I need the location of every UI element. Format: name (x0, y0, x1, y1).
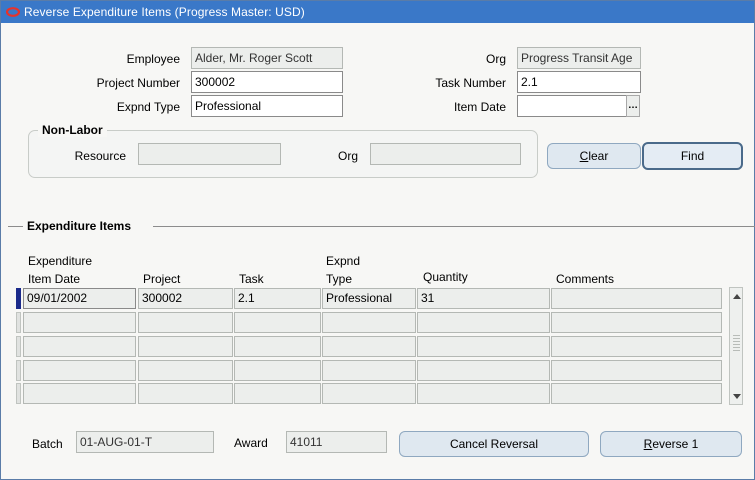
task-number-field[interactable]: 2.1 (517, 71, 641, 93)
title-bar[interactable]: Reverse Expenditure Items (Progress Mast… (1, 1, 754, 23)
col-header-project: Project (143, 272, 181, 286)
section-divider-right (153, 226, 755, 227)
arrow-up-icon[interactable] (731, 289, 742, 303)
col-header-quantity: Quantity (423, 270, 468, 284)
cell-expnd-type[interactable] (322, 360, 416, 381)
arrow-down-icon[interactable] (731, 389, 742, 403)
cell-item-date[interactable] (23, 360, 136, 381)
non-labor-org-field[interactable] (370, 143, 521, 165)
batch-field[interactable]: 01-AUG-01-T (76, 431, 214, 453)
find-button[interactable]: Find (642, 142, 743, 170)
reverse-button[interactable]: Reverse 1 (600, 431, 742, 457)
batch-label: Batch (32, 437, 63, 451)
project-number-field[interactable]: 300002 (191, 71, 343, 93)
cell-expnd-type[interactable] (322, 312, 416, 333)
award-field[interactable]: 41011 (286, 431, 387, 453)
org-field[interactable]: Progress Transit Age (517, 47, 641, 69)
cell-project[interactable]: 300002 (138, 288, 233, 309)
cancel-reversal-button[interactable]: Cancel Reversal (399, 431, 589, 457)
cell-project[interactable] (138, 383, 233, 404)
org-label: Org (485, 52, 506, 66)
non-labor-title: Non-Labor (38, 123, 107, 137)
employee-label: Employee (126, 52, 180, 66)
resource-label: Resource (74, 149, 126, 163)
reverse-expenditure-items-window: Reverse Expenditure Items (Progress Mast… (0, 0, 755, 480)
cell-task[interactable] (234, 383, 321, 404)
expnd-type-field[interactable]: Professional (191, 95, 343, 117)
item-date-lov-button[interactable]: … (626, 95, 640, 117)
cell-comments[interactable] (551, 383, 722, 404)
cell-item-date[interactable] (23, 312, 136, 333)
cell-quantity[interactable] (417, 336, 550, 357)
cell-quantity[interactable]: 31 (417, 288, 550, 309)
cell-expnd-type[interactable]: Professional (322, 288, 416, 309)
clear-button[interactable]: Clear (547, 143, 641, 169)
cell-quantity[interactable] (417, 312, 550, 333)
cell-comments[interactable] (551, 360, 722, 381)
project-number-label: Project Number (96, 76, 180, 90)
resource-field[interactable] (138, 143, 281, 165)
cell-comments[interactable] (551, 336, 722, 357)
cell-task[interactable] (234, 336, 321, 357)
cell-quantity[interactable] (417, 360, 550, 381)
window-title: Reverse Expenditure Items (Progress Mast… (24, 5, 305, 19)
record-indicator[interactable] (16, 312, 21, 333)
expnd-type-label: Expnd Type (116, 100, 180, 114)
record-indicator[interactable] (16, 336, 21, 357)
section-divider-left (8, 226, 24, 227)
oracle-logo-icon (6, 6, 20, 18)
cell-task[interactable] (234, 312, 321, 333)
col-header-item-date: Expenditure Item Date (28, 254, 93, 286)
cell-item-date[interactable] (23, 336, 136, 357)
expenditure-items-title: Expenditure Items (23, 219, 136, 233)
cell-comments[interactable] (551, 312, 722, 333)
cell-project[interactable] (138, 360, 233, 381)
cell-expnd-type[interactable] (322, 336, 416, 357)
item-date-label: Item Date (453, 100, 506, 114)
record-indicator[interactable] (16, 360, 21, 381)
cell-item-date[interactable] (23, 383, 136, 404)
item-date-field[interactable] (517, 95, 627, 117)
col-header-expnd-type: Expnd Type (326, 254, 361, 286)
award-label: Award (234, 436, 268, 450)
employee-field[interactable]: Alder, Mr. Roger Scott (191, 47, 343, 69)
scrollbar-thumb[interactable] (733, 333, 740, 351)
cell-quantity[interactable] (417, 383, 550, 404)
cell-task[interactable]: 2.1 (234, 288, 321, 309)
current-record-indicator[interactable] (16, 288, 21, 309)
col-header-task: Task (239, 272, 264, 286)
col-header-comments: Comments (556, 272, 615, 286)
cell-task[interactable] (234, 360, 321, 381)
ellipsis-icon: … (628, 100, 638, 111)
cell-project[interactable] (138, 312, 233, 333)
vertical-scrollbar[interactable] (729, 287, 743, 405)
cell-expnd-type[interactable] (322, 383, 416, 404)
cell-project[interactable] (138, 336, 233, 357)
cell-item-date[interactable]: 09/01/2002 (23, 288, 136, 309)
cell-comments[interactable] (551, 288, 722, 309)
record-indicator[interactable] (16, 383, 21, 404)
task-number-label: Task Number (435, 76, 506, 90)
non-labor-org-label: Org (337, 149, 358, 163)
